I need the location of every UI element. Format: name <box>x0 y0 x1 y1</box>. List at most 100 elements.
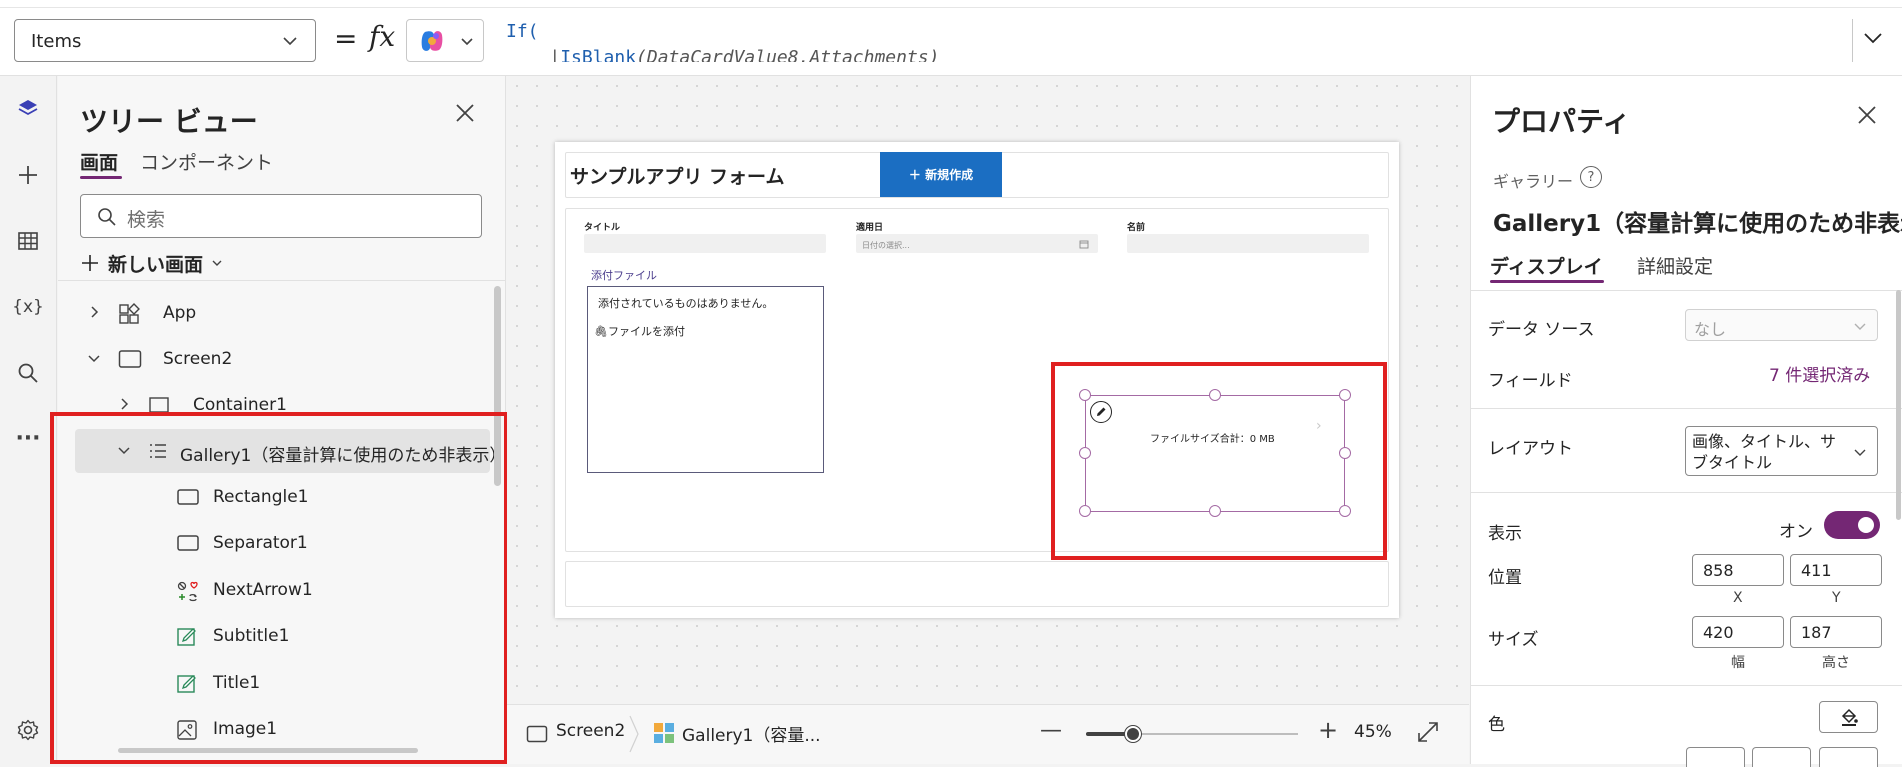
app-icon <box>119 303 140 324</box>
formula-function: IsBlank <box>560 47 637 62</box>
formula-args: (DataCardValue8.Attachments) <box>636 47 940 62</box>
screen-icon <box>526 725 548 743</box>
position-x-input[interactable]: 858 <box>1692 554 1784 586</box>
chevron-right-icon <box>629 715 639 753</box>
tree-item-label: App <box>163 303 197 323</box>
property-dropdown[interactable]: Items <box>14 19 316 62</box>
plus-icon[interactable] <box>10 157 46 193</box>
breadcrumb-screen[interactable]: Screen2 <box>556 721 625 741</box>
more-icon[interactable]: ··· <box>10 420 46 456</box>
tree-item-screen2[interactable]: Screen2 <box>75 337 490 381</box>
new-screen-label: 新しい画面 <box>108 253 204 276</box>
active-tab-indicator <box>80 176 122 179</box>
zoom-out-button[interactable]: — <box>1040 718 1062 743</box>
title-input[interactable] <box>584 234 826 253</box>
color-option[interactable] <box>1752 747 1811 767</box>
new-screen-button[interactable]: 新しい画面 <box>80 248 223 278</box>
divider <box>1471 290 1902 291</box>
copilot-button[interactable] <box>406 19 484 62</box>
attachments-control[interactable] <box>587 286 824 473</box>
property-dropdown-value: Items <box>31 31 82 52</box>
color-label: 色 <box>1488 715 1505 735</box>
attachments-label: 添付ファイル <box>591 269 657 282</box>
equals-sign: = <box>334 22 358 55</box>
settings-icon[interactable] <box>10 712 46 748</box>
table-icon[interactable] <box>10 223 46 259</box>
field-label-date: 適用日 <box>856 223 884 233</box>
date-placeholder: 日付の選択... <box>862 241 910 250</box>
close-icon[interactable] <box>1856 104 1878 126</box>
visible-toggle-label: オン <box>1779 522 1813 542</box>
layout-dropdown[interactable]: 画像、タイトル、サブタイトル <box>1685 426 1878 476</box>
data-source-dropdown[interactable]: なし <box>1685 309 1878 341</box>
layers-icon[interactable] <box>10 91 46 127</box>
fields-label: フィールド <box>1488 371 1573 391</box>
divider <box>1471 492 1902 493</box>
visible-toggle[interactable] <box>1824 511 1880 539</box>
zoom-slider-thumb[interactable] <box>1124 726 1141 742</box>
visible-label: 表示 <box>1488 524 1522 544</box>
chevron-down-icon <box>283 37 297 46</box>
tab-components[interactable]: コンポーネント <box>140 148 273 175</box>
search-icon[interactable] <box>10 355 46 391</box>
attachments-empty-text: 添付されているものはありません。 <box>598 297 774 310</box>
width-input[interactable]: 420 <box>1692 616 1784 648</box>
tab-screens[interactable]: 画面 <box>80 148 118 175</box>
fit-to-window-icon[interactable] <box>1416 720 1440 744</box>
zoom-percentage: 45% <box>1354 722 1392 742</box>
paperclip-icon: 🖇 <box>594 325 608 338</box>
highlight-box-tree <box>50 412 508 764</box>
field-label-title: タイトル <box>584 223 621 233</box>
attach-file-label: ファイルを添付 <box>607 325 685 338</box>
height-value: 187 <box>1801 623 1832 642</box>
chevron-down-icon <box>461 38 473 46</box>
formula-line-1: If( <box>506 21 539 42</box>
layout-label: レイアウト <box>1488 439 1573 459</box>
chevron-down-icon <box>1854 449 1866 456</box>
control-type-label: ギャラリー <box>1493 172 1574 191</box>
search-icon <box>98 208 116 226</box>
toggle-knob <box>1858 517 1874 533</box>
active-tab-indicator <box>1490 280 1604 283</box>
breadcrumb-gallery[interactable]: Gallery1（容量... <box>682 721 821 746</box>
tree-view-title: ツリー ビュー <box>80 105 258 138</box>
divider <box>1471 685 1902 686</box>
search-placeholder: 検索 <box>127 209 166 231</box>
field-label-name: 名前 <box>1127 223 1146 233</box>
height-caption: 高さ <box>1822 655 1850 671</box>
footer-container[interactable] <box>565 561 1389 607</box>
zoom-in-button[interactable]: + <box>1318 716 1338 744</box>
control-name[interactable]: Gallery1（容量計算に使用のため非表示） <box>1493 204 1902 238</box>
highlight-box-gallery <box>1051 362 1387 560</box>
close-icon[interactable] <box>454 102 476 124</box>
data-source-value: なし <box>1694 320 1727 339</box>
name-input[interactable] <box>1127 234 1369 253</box>
chevron-right-icon <box>91 306 99 318</box>
variables-icon[interactable]: {x} <box>10 289 46 325</box>
tab-display[interactable]: ディスプレイ <box>1490 252 1603 279</box>
color-option[interactable] <box>1686 747 1745 767</box>
fill-color-button[interactable] <box>1819 701 1878 733</box>
tree-search-input[interactable]: 検索 <box>80 194 482 238</box>
formula-editor[interactable]: If( |IsBlank(DataCardValue8.Attachments) <box>496 19 1852 62</box>
vertical-scrollbar[interactable] <box>1896 290 1901 520</box>
tree-item-app[interactable]: App <box>75 291 490 335</box>
y-caption: Y <box>1832 590 1841 606</box>
attach-file-link[interactable]: 🖇ファイルを添付 <box>594 323 685 339</box>
chevron-down-icon <box>212 260 222 266</box>
tab-advanced[interactable]: 詳細設定 <box>1637 252 1713 279</box>
height-input[interactable]: 187 <box>1790 616 1882 648</box>
color-option[interactable] <box>1819 747 1878 767</box>
screen-icon <box>118 350 142 368</box>
formula-line-2: |IsBlank(DataCardValue8.Attachments) <box>506 47 939 62</box>
expand-formula-chevron-icon[interactable] <box>1862 28 1884 48</box>
new-button[interactable]: ＋ 新規作成 <box>880 152 1002 197</box>
position-label: 位置 <box>1488 568 1522 588</box>
properties-title: プロパティ <box>1492 105 1631 138</box>
fields-edit-link[interactable]: 7 件選択済み <box>1769 361 1870 386</box>
formula-indent: | <box>506 47 561 62</box>
layout-value: 画像、タイトル、サブタイトル <box>1692 432 1837 472</box>
position-y-input[interactable]: 411 <box>1790 554 1882 586</box>
help-icon[interactable]: ? <box>1580 166 1602 188</box>
chevron-down-icon <box>88 355 100 363</box>
